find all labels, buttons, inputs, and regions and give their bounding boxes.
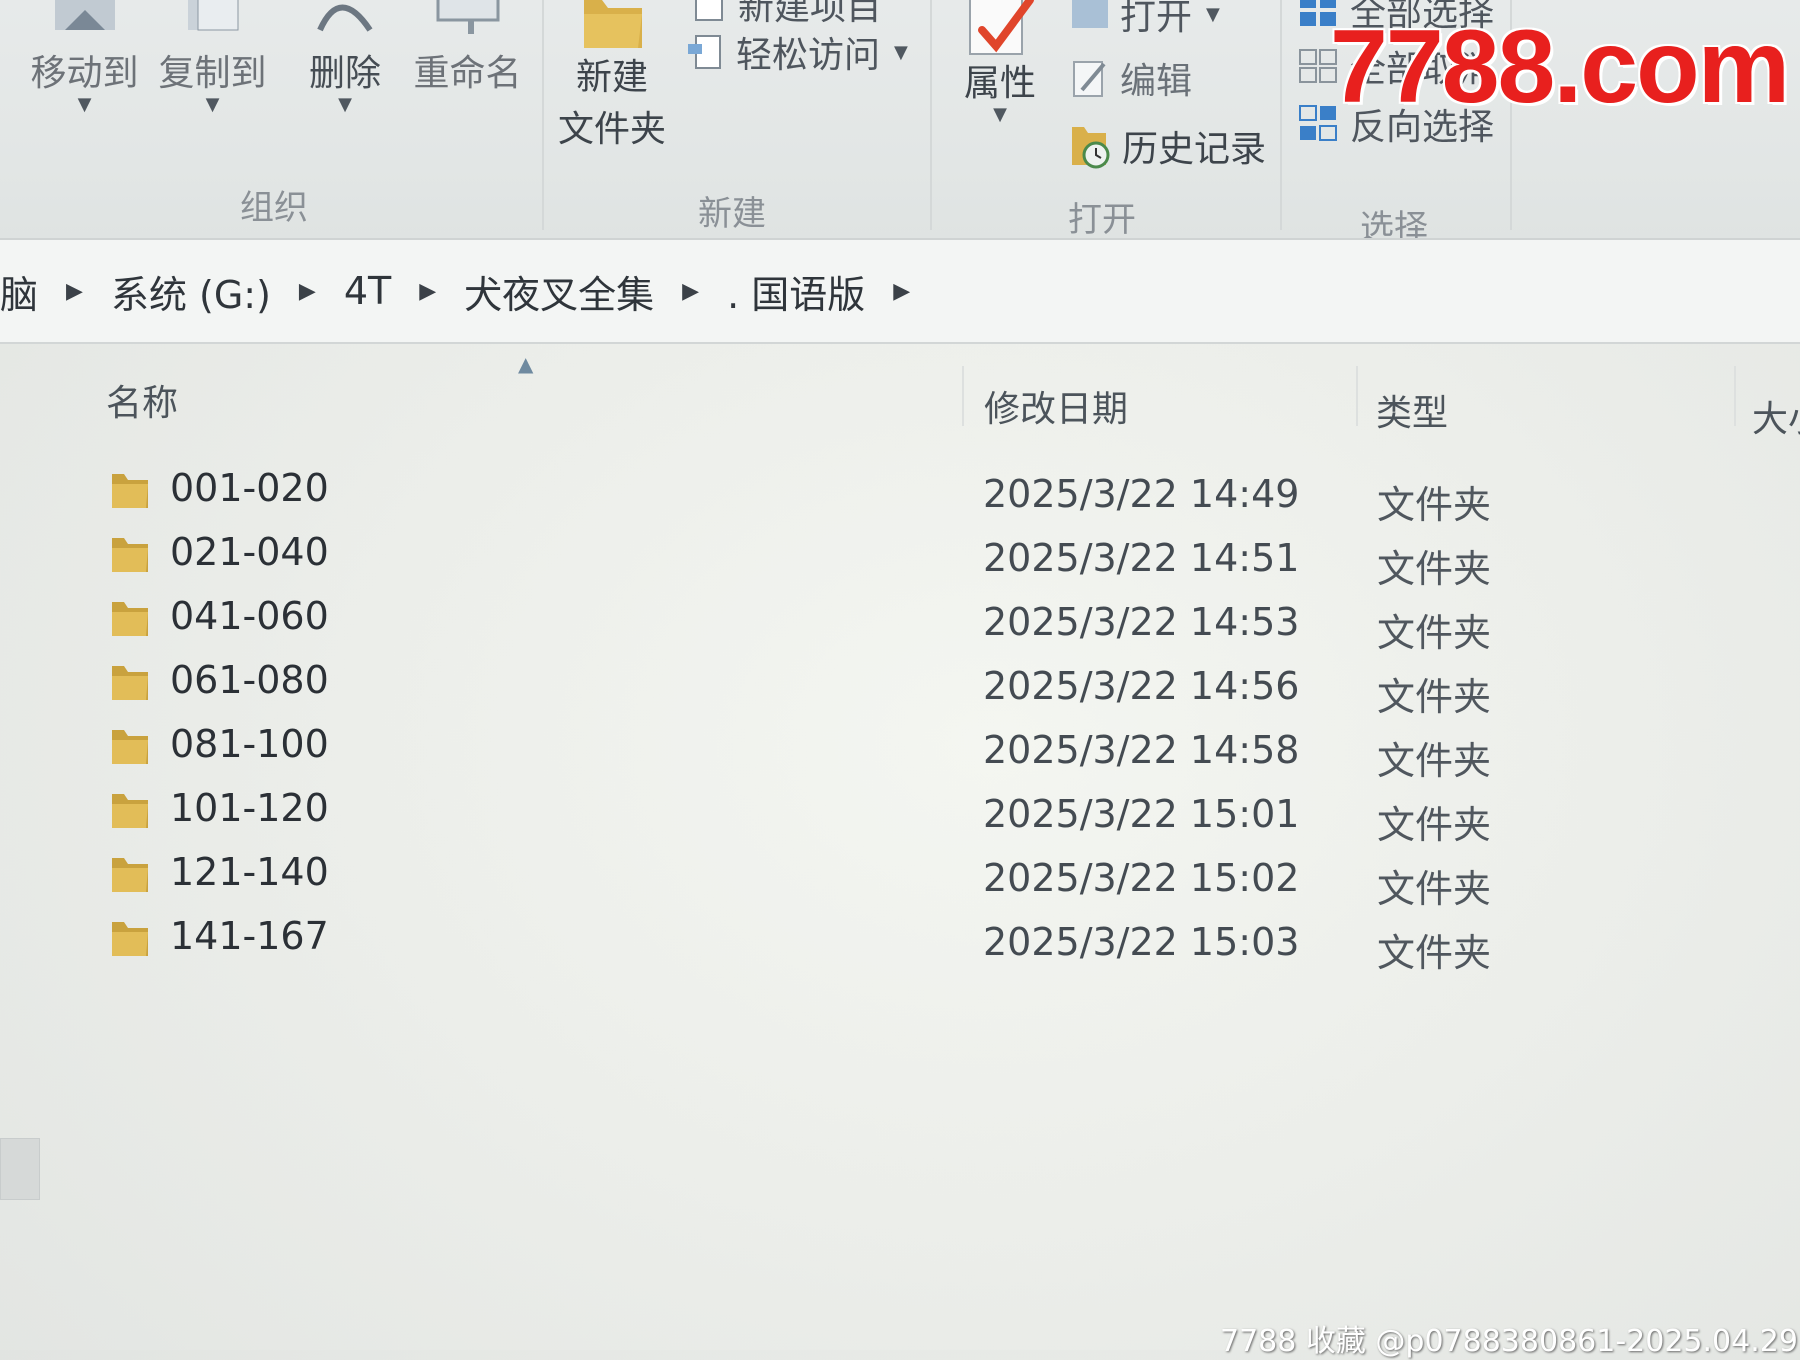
file-name: 141-167 xyxy=(170,914,329,958)
chevron-down-icon: ▼ xyxy=(77,94,92,115)
delete-button[interactable]: 删除 ▼ xyxy=(305,0,385,115)
chevron-right-icon[interactable]: ▶ xyxy=(893,279,910,304)
folder-icon xyxy=(112,858,148,892)
group-label-organize: 组织 xyxy=(240,188,308,228)
file-name: 041-060 xyxy=(170,594,329,638)
edit-button[interactable]: 编辑 xyxy=(1068,52,1192,104)
column-divider[interactable] xyxy=(1356,366,1358,426)
file-name: 101-120 xyxy=(170,786,329,830)
easy-access-button[interactable]: 轻松访问 ▼ xyxy=(684,26,908,78)
file-row[interactable]: 001-020 2025/3/22 14:49 文件夹 xyxy=(0,462,1800,527)
file-modified: 2025/3/22 15:03 xyxy=(983,920,1300,964)
file-name: 081-100 xyxy=(170,722,329,766)
group-divider xyxy=(1280,0,1282,230)
new-folder-button[interactable]: 新建 文件夹 xyxy=(552,0,672,156)
new-folder-icon xyxy=(584,0,642,48)
properties-check-icon xyxy=(969,0,1034,55)
file-row[interactable]: 101-120 2025/3/22 15:01 文件夹 xyxy=(0,782,1800,847)
file-row[interactable]: 061-080 2025/3/22 14:56 文件夹 xyxy=(0,654,1800,719)
column-header-type[interactable]: 类型 xyxy=(1376,384,1448,436)
chevron-right-icon[interactable]: ▶ xyxy=(66,279,83,304)
file-row[interactable]: 041-060 2025/3/22 14:53 文件夹 xyxy=(0,590,1800,655)
file-modified: 2025/3/22 14:51 xyxy=(983,536,1300,580)
folder-icon xyxy=(112,538,148,572)
move-to-button[interactable]: 移动到 ▼ xyxy=(22,0,147,115)
easy-access-icon xyxy=(688,35,721,69)
file-type: 文件夹 xyxy=(1377,867,1492,911)
file-row[interactable]: 021-040 2025/3/22 14:51 文件夹 xyxy=(0,526,1800,591)
file-modified: 2025/3/22 14:53 xyxy=(983,600,1300,644)
chevron-down-icon: ▼ xyxy=(338,94,352,115)
file-name: 061-080 xyxy=(170,658,329,702)
file-type: 文件夹 xyxy=(1377,547,1492,591)
rename-button[interactable]: 重命名 xyxy=(410,0,525,98)
address-bar[interactable]: 脑 ▶ 系统 (G:) ▶ 4T ▶ 犬夜叉全集 ▶ . 国语版 ▶ xyxy=(0,238,1800,344)
column-header-size[interactable]: 大小 xyxy=(1752,390,1800,442)
edit-pencil-icon xyxy=(1073,61,1106,97)
column-divider[interactable] xyxy=(1734,366,1736,426)
file-type: 文件夹 xyxy=(1377,931,1492,975)
file-modified: 2025/3/22 14:58 xyxy=(983,728,1300,772)
file-row[interactable]: 081-100 2025/3/22 14:58 文件夹 xyxy=(0,718,1800,783)
folder-icon xyxy=(112,666,148,700)
file-name: 121-140 xyxy=(170,850,329,894)
chevron-down-icon: ▼ xyxy=(205,94,220,115)
properties-button[interactable]: 属性 ▼ xyxy=(952,0,1048,125)
copy-to-icon xyxy=(187,0,238,31)
open-icon xyxy=(1072,0,1108,28)
copy-to-button[interactable]: 复制到 ▼ xyxy=(150,0,275,115)
file-name: 001-020 xyxy=(170,466,329,510)
column-header-name[interactable]: 名称 xyxy=(106,374,178,426)
file-type: 文件夹 xyxy=(1377,675,1492,719)
sort-ascending-icon: ▲ xyxy=(518,352,534,376)
breadcrumb-mandarin[interactable]: . 国语版 xyxy=(727,264,865,319)
rename-icon xyxy=(436,0,499,34)
group-label-new: 新建 xyxy=(698,194,766,234)
watermark-footer: 7788 收藏 @p0788380861-2025.04.29 xyxy=(1220,1324,1798,1359)
breadcrumb-4t[interactable]: 4T xyxy=(344,269,391,313)
watermark-logo: 7788.com xyxy=(1330,9,1790,125)
group-divider xyxy=(542,0,544,230)
folder-icon xyxy=(112,922,148,956)
open-button[interactable]: 打开 ▼ xyxy=(1068,0,1220,40)
group-label-open: 打开 xyxy=(1068,200,1136,240)
file-modified: 2025/3/22 15:01 xyxy=(983,792,1300,836)
file-type: 文件夹 xyxy=(1377,803,1492,847)
file-type: 文件夹 xyxy=(1377,611,1492,655)
chevron-down-icon: ▼ xyxy=(894,41,908,63)
file-type: 文件夹 xyxy=(1377,483,1492,527)
folder-icon xyxy=(112,602,148,636)
chevron-down-icon: ▼ xyxy=(993,104,1007,125)
chevron-right-icon[interactable]: ▶ xyxy=(682,279,699,304)
breadcrumb-inuyasha[interactable]: 犬夜叉全集 xyxy=(464,264,654,319)
folder-icon xyxy=(112,730,148,764)
file-type: 文件夹 xyxy=(1377,739,1492,783)
file-modified: 2025/3/22 14:49 xyxy=(983,472,1300,516)
delete-x-icon xyxy=(317,4,373,32)
folder-icon xyxy=(112,474,148,508)
file-row[interactable]: 121-140 2025/3/22 15:02 文件夹 xyxy=(0,846,1800,911)
file-modified: 2025/3/22 15:02 xyxy=(983,856,1300,900)
scrollbar-thumb[interactable] xyxy=(0,1138,40,1200)
file-row[interactable]: 141-167 2025/3/22 15:03 文件夹 xyxy=(0,910,1800,975)
file-list: ▲ 名称 修改日期 类型 大小 001-020 2025/3/22 14:49 … xyxy=(0,344,1800,1350)
new-item-icon xyxy=(695,0,723,21)
folder-icon xyxy=(112,794,148,828)
group-divider xyxy=(930,0,932,230)
history-button[interactable]: 历史记录 xyxy=(1066,120,1266,172)
column-divider[interactable] xyxy=(962,366,964,426)
file-modified: 2025/3/22 14:56 xyxy=(983,664,1300,708)
file-name: 021-040 xyxy=(170,530,329,574)
chevron-right-icon[interactable]: ▶ xyxy=(299,279,316,304)
breadcrumb-drive-g[interactable]: 系统 (G:) xyxy=(111,264,271,319)
column-header-modified[interactable]: 修改日期 xyxy=(984,380,1128,432)
chevron-down-icon: ▼ xyxy=(1206,3,1220,25)
chevron-right-icon[interactable]: ▶ xyxy=(419,279,436,304)
history-clock-icon xyxy=(1072,127,1110,169)
move-to-icon xyxy=(54,0,115,30)
breadcrumb-this-pc[interactable]: 脑 xyxy=(0,264,38,319)
